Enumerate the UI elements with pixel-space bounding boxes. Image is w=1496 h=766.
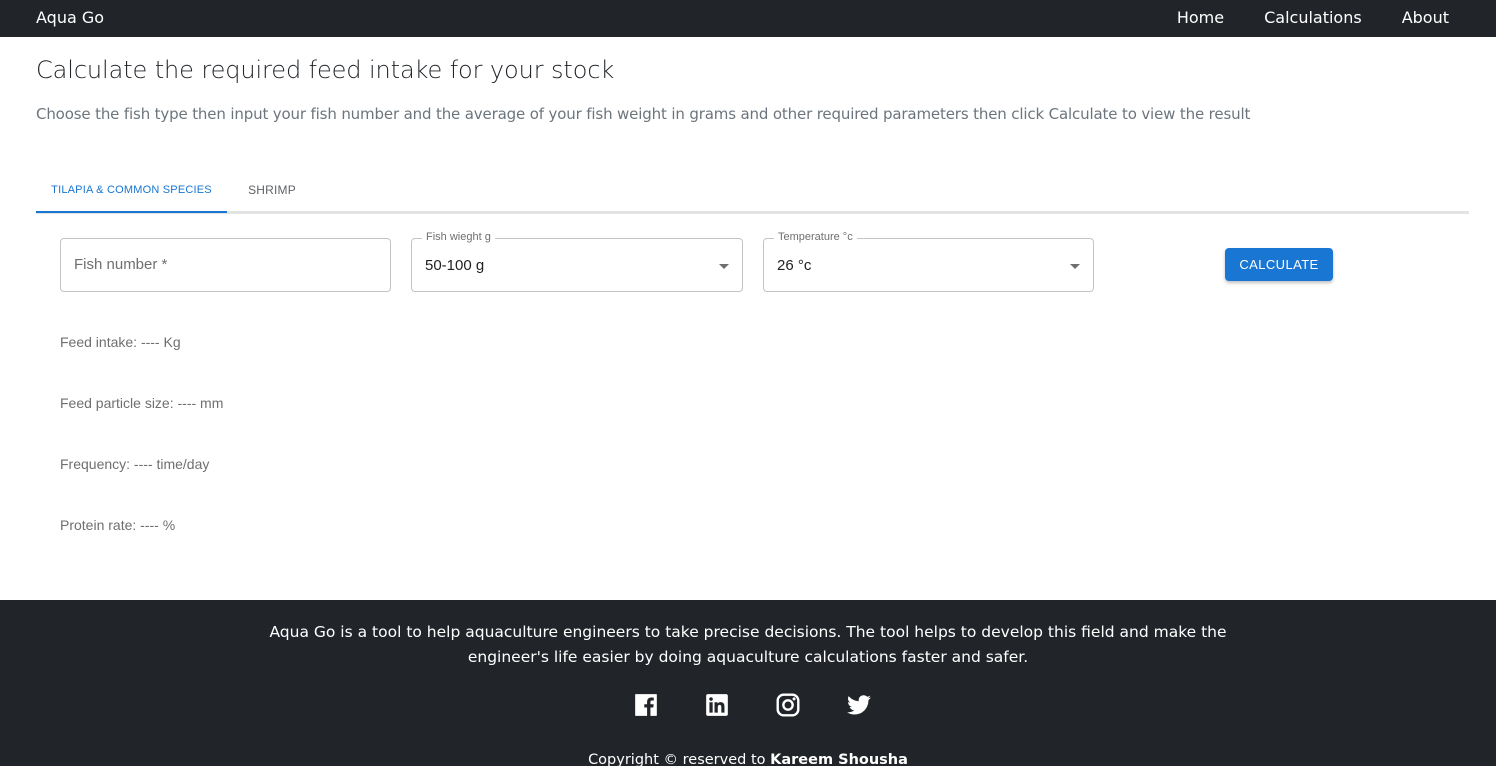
dropdown-caret-icon — [1070, 264, 1080, 269]
copyright-author[interactable]: Kareem Shousha — [770, 752, 908, 766]
twitter-icon[interactable] — [846, 692, 872, 718]
fish-number-input[interactable]: Fish number * — [60, 238, 391, 292]
temperature-label: Temperature °c — [774, 231, 857, 243]
feed-intake-result: Feed intake: ---- Kg — [60, 334, 181, 350]
navbar: Aqua Go Home Calculations About — [0, 0, 1496, 37]
nav-link-calculations[interactable]: Calculations — [1264, 8, 1362, 27]
fish-weight-select[interactable]: Fish wieght g 50-100 g — [411, 231, 743, 292]
social-links — [633, 692, 872, 718]
temperature-value: 26 °c — [777, 257, 812, 274]
species-tabs: TILAPIA & COMMON SPECIES SHRIMP — [36, 168, 1469, 214]
copyright-prefix: Copyright © reserved to — [588, 752, 771, 766]
temperature-select[interactable]: Temperature °c 26 °c — [763, 231, 1094, 292]
protein-rate-result: Protein rate: ---- % — [60, 517, 176, 533]
footer: Aqua Go is a tool to help aquaculture en… — [0, 600, 1496, 766]
tab-shrimp[interactable]: SHRIMP — [227, 168, 317, 211]
nav-link-home[interactable]: Home — [1177, 8, 1224, 27]
page-title: Calculate the required feed intake for y… — [36, 56, 615, 84]
nav-link-about[interactable]: About — [1402, 8, 1449, 27]
particle-size-result: Feed particle size: ---- mm — [60, 395, 224, 411]
calculate-button[interactable]: CALCULATE — [1225, 248, 1333, 281]
nav-links: Home Calculations About — [1137, 8, 1449, 27]
fish-weight-value: 50-100 g — [425, 257, 485, 274]
dropdown-caret-icon — [719, 264, 729, 269]
linkedin-icon[interactable] — [704, 692, 730, 718]
footer-about-text: Aqua Go is a tool to help aquaculture en… — [269, 623, 1227, 666]
tab-tilapia[interactable]: TILAPIA & COMMON SPECIES — [36, 168, 227, 213]
fish-weight-label: Fish wieght g — [422, 231, 495, 243]
facebook-icon[interactable] — [633, 692, 659, 718]
page-description: Choose the fish type then input your fis… — [36, 105, 1251, 123]
frequency-result: Frequency: ---- time/day — [60, 456, 210, 472]
copyright-text: Copyright © reserved to Kareem Shousha — [0, 752, 1496, 766]
instagram-icon[interactable] — [775, 692, 801, 718]
fish-number-placeholder: Fish number * — [74, 256, 168, 273]
brand-link[interactable]: Aqua Go — [36, 8, 104, 27]
